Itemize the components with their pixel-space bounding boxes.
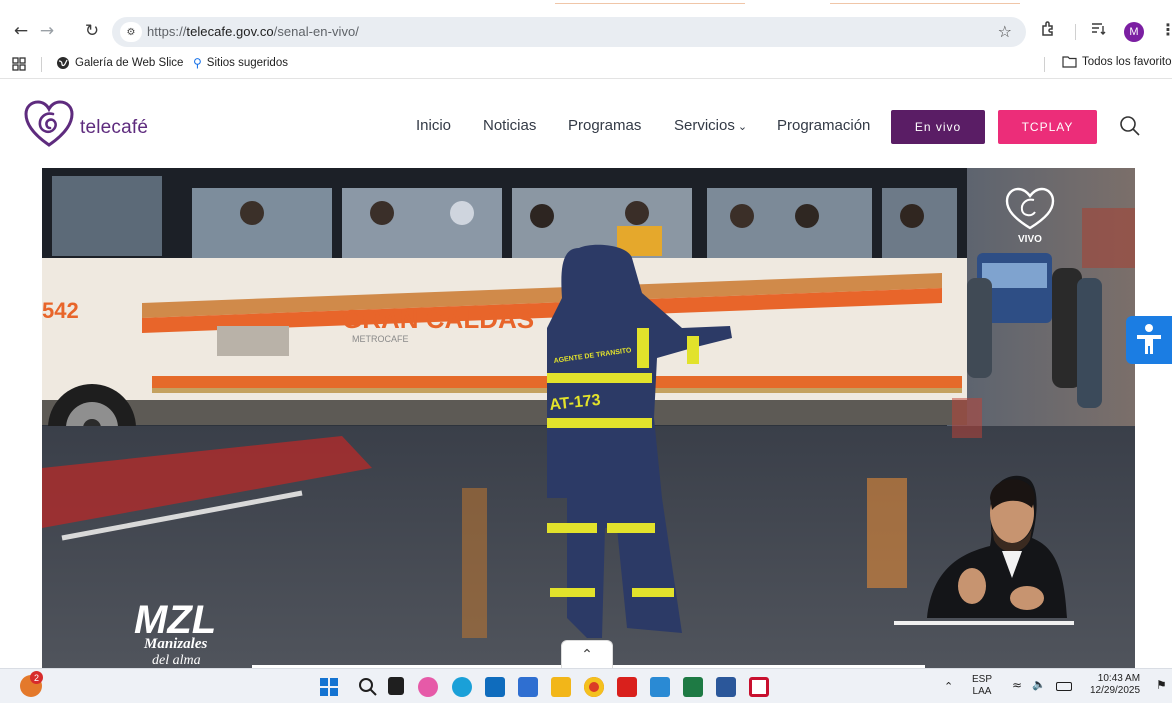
nav-noticias[interactable]: Noticias: [483, 117, 536, 134]
excel-icon[interactable]: [683, 677, 703, 697]
volume-icon[interactable]: 🔈: [1032, 679, 1046, 691]
tcplay-button[interactable]: TCPLAY: [998, 110, 1097, 144]
all-favorites-label: Todos los favoritos: [1082, 56, 1172, 68]
arrow-left-icon: ←: [13, 21, 29, 41]
url-scheme: https://: [147, 24, 187, 39]
site-header: telecafé Inicio Noticias Programas Servi…: [0, 80, 1172, 168]
pdf-reader-icon[interactable]: [617, 677, 637, 697]
tab-edge: [830, 0, 1020, 4]
search-icon[interactable]: [358, 677, 378, 702]
language-line2: LAA: [972, 686, 992, 697]
live-video-player[interactable]: GRAN CALDAS METROCAFE 542 AT-173 AGENTE …: [42, 168, 1135, 668]
word-icon[interactable]: [716, 677, 736, 697]
photos-icon[interactable]: [518, 677, 538, 697]
clock[interactable]: 10:43 AM 12/29/2025: [1090, 673, 1140, 697]
url-path: /senal-en-vivo/: [273, 24, 359, 39]
bookmark-suggested-sites[interactable]: ⚲ Sitios sugeridos: [193, 56, 288, 70]
all-favorites-folder[interactable]: Todos los favoritos: [1062, 56, 1172, 68]
task-view-icon[interactable]: [388, 677, 404, 695]
profile-avatar[interactable]: M: [1124, 22, 1144, 42]
arrow-right-icon: →: [39, 21, 55, 41]
en-vivo-button[interactable]: En vivo: [891, 110, 985, 144]
tray-chevron-up-icon[interactable]: ⌃: [944, 681, 953, 693]
bookmark-label: Sitios sugeridos: [206, 57, 288, 69]
url-text[interactable]: https://telecafe.gov.co/senal-en-vivo/: [147, 24, 359, 39]
apps-grid-icon[interactable]: [12, 57, 26, 76]
clock-time: 10:43 AM: [1097, 673, 1141, 684]
globe-icon: [57, 57, 69, 69]
mzl-del-alma-text: del alma: [152, 653, 201, 668]
bookmark-label: Galería de Web Slice: [75, 57, 184, 69]
menu-kebab-icon[interactable]: ⋮: [1160, 20, 1172, 39]
back-button[interactable]: ←: [8, 18, 34, 44]
bookmarks-divider: [1044, 57, 1045, 72]
notification-badge: 2: [30, 671, 43, 684]
bus-subtext: METROCAFE: [352, 334, 409, 344]
tab-strip: [0, 0, 1172, 14]
address-bar[interactable]: ⚙ https://telecafe.gov.co/senal-en-vivo/…: [112, 17, 1026, 47]
windows-start-icon[interactable]: [320, 678, 338, 701]
reading-list-icon[interactable]: [1090, 20, 1106, 40]
toolbar-divider: [1075, 24, 1076, 40]
remote-desktop-icon[interactable]: [650, 677, 670, 697]
search-icon: ⚲: [193, 56, 202, 70]
site-info-icon[interactable]: ⚙: [120, 22, 142, 42]
video-frame: GRAN CALDAS METROCAFE 542 AT-173 AGENTE …: [42, 168, 1135, 668]
store-icon[interactable]: [485, 677, 505, 697]
scroll-to-top-button[interactable]: ⌃: [561, 640, 613, 668]
nav-programacion[interactable]: Programación: [777, 117, 870, 134]
nav-inicio[interactable]: Inicio: [416, 117, 451, 134]
chrome-icon[interactable]: [584, 677, 604, 697]
chevron-down-icon: ⌄: [737, 120, 748, 133]
accessibility-button[interactable]: [1126, 316, 1172, 364]
language-indicator[interactable]: ESP LAA: [972, 674, 992, 698]
nav-programas[interactable]: Programas: [568, 117, 641, 134]
live-bug-text: VIVO: [1018, 234, 1042, 245]
windows-taskbar: 2 ⌃ ESP LAA ≈ 🔈 10:43 AM 12/29/2025 ⚑: [0, 668, 1172, 703]
browser-toolbar: ← → ↻ ⚙ https://telecafe.gov.co/senal-en…: [0, 14, 1172, 50]
chevron-up-icon: ⌃: [581, 646, 593, 663]
telecafe-heart-logo[interactable]: [23, 100, 75, 148]
forward-button[interactable]: →: [34, 18, 60, 44]
extensions-icon[interactable]: [1040, 20, 1057, 41]
search-icon[interactable]: [1118, 114, 1142, 138]
bookmarks-bar: Galería de Web Slice ⚲ Sitios sugeridos …: [0, 50, 1172, 79]
reload-button[interactable]: ↻: [79, 18, 105, 44]
file-explorer-icon[interactable]: [551, 677, 571, 697]
bus-brand-text: GRAN CALDAS: [342, 304, 534, 334]
clock-date: 12/29/2025: [1090, 685, 1141, 696]
battery-icon[interactable]: [1056, 682, 1072, 691]
nav-servicios[interactable]: Servicios ⌄: [674, 117, 747, 134]
mcafee-icon[interactable]: [749, 677, 769, 697]
accessibility-person-icon: [1137, 324, 1161, 354]
bookmark-web-slice[interactable]: Galería de Web Slice: [56, 56, 183, 70]
tab-edge: [555, 0, 745, 4]
notification-bell-icon[interactable]: ⚑: [1156, 679, 1167, 691]
bookmark-star-icon[interactable]: ☆: [998, 22, 1012, 41]
edge-icon[interactable]: [452, 677, 472, 697]
mzl-manizales-text: Manizales: [143, 636, 208, 652]
folder-icon: [1062, 56, 1077, 68]
language-line1: ESP: [972, 674, 993, 685]
url-domain: telecafe.gov.co: [186, 24, 274, 39]
nav-servicios-label: Servicios: [674, 117, 735, 134]
reload-icon: ↻: [84, 21, 100, 41]
site-logo-text[interactable]: telecafé: [80, 117, 148, 139]
wifi-icon[interactable]: ≈: [1012, 679, 1022, 691]
copilot-icon[interactable]: [418, 677, 438, 697]
bookmarks-divider: [41, 57, 42, 72]
bus-number: 542: [42, 298, 79, 323]
